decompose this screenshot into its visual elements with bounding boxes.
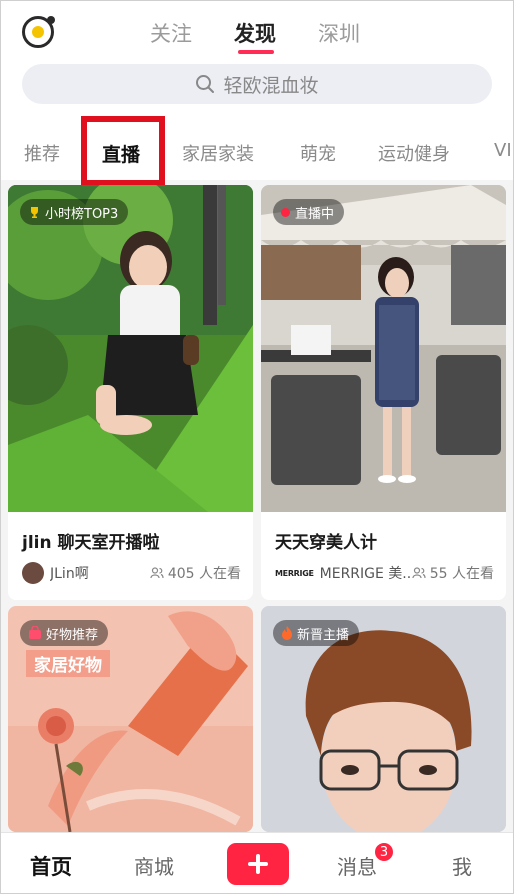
live-thumbnail-cafe-outfit — [261, 185, 506, 512]
category-recommend[interactable]: 推荐 — [24, 140, 60, 166]
live-card-2[interactable]: 直播中 天天穿美人计 MERRIGE MERRIGE 美... 55 人在看 — [261, 185, 506, 600]
author-name[interactable]: MERRIGE 美... — [320, 563, 412, 583]
category-more[interactable]: VI — [494, 140, 512, 161]
live-card-1[interactable]: 小时榜TOP3 jlin 聊天室开播啦 JLin啊 405 人在看 — [8, 185, 253, 600]
search-bar[interactable]: 轻欧混血妆 — [22, 64, 492, 104]
nav-mall[interactable]: 商城 — [134, 851, 174, 880]
fire-icon — [282, 626, 292, 640]
rank-badge: 小时榜TOP3 — [20, 199, 129, 225]
header: 关注 发现 深圳 轻欧混血妆 推荐 直播 家居家装 萌宠 运动健身 VI — [0, 0, 514, 180]
shopping-bag-icon — [29, 626, 41, 639]
author-name[interactable]: JLin啊 — [50, 563, 150, 583]
card-meta: MERRIGE MERRIGE 美... 55 人在看 — [275, 561, 494, 585]
active-tab-indicator — [238, 50, 274, 54]
live-card-3[interactable]: 好物推荐 家居好物 — [8, 606, 253, 832]
app-logo-icon[interactable] — [22, 16, 55, 48]
live-dot-icon — [281, 207, 290, 217]
live-thumbnail-girl-on-grass — [8, 185, 253, 512]
live-status-badge: 直播中 — [273, 199, 345, 225]
tab-shenzhen[interactable]: 深圳 — [318, 18, 360, 48]
create-post-button[interactable] — [227, 843, 289, 885]
trophy-icon — [31, 206, 38, 218]
brand-logo[interactable]: MERRIGE — [275, 569, 314, 578]
new-host-badge: 新晋主播 — [273, 620, 360, 646]
nav-me[interactable]: 我 — [452, 851, 472, 880]
messages-badge: 3 — [373, 841, 395, 863]
highlight-annotation — [81, 116, 165, 186]
recommend-badge: 好物推荐 — [20, 620, 109, 646]
people-icon — [412, 567, 426, 579]
search-icon — [196, 75, 215, 93]
nav-messages[interactable]: 消息 — [337, 851, 377, 880]
avatar[interactable] — [22, 562, 44, 584]
category-pets[interactable]: 萌宠 — [300, 140, 336, 166]
category-fitness[interactable]: 运动健身 — [378, 140, 450, 166]
overlay-text: 家居好物 — [26, 650, 110, 677]
card-meta: JLin啊 405 人在看 — [22, 561, 241, 585]
card-title: jlin 聊天室开播啦 — [22, 533, 160, 553]
tab-discover[interactable]: 发现 — [234, 18, 276, 48]
tab-following[interactable]: 关注 — [150, 18, 192, 48]
bottom-nav: 首页 商城 消息 3 我 — [0, 832, 514, 894]
viewer-count: 55 人在看 — [412, 563, 494, 583]
card-title: 天天穿美人计 — [275, 533, 377, 553]
nav-home[interactable]: 首页 — [30, 851, 72, 881]
viewer-count: 405 人在看 — [150, 563, 241, 583]
people-icon — [150, 567, 164, 579]
live-card-4[interactable]: 新晋主播 — [261, 606, 506, 832]
search-placeholder: 轻欧混血妆 — [223, 74, 319, 97]
category-home-decor[interactable]: 家居家装 — [182, 140, 254, 166]
